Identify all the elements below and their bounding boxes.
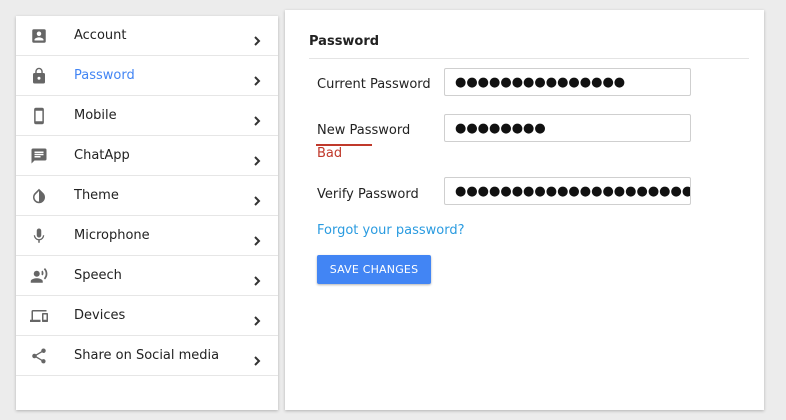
verify-password-label: Verify Password (317, 187, 419, 202)
password-panel: Password Current Password ●●●●●●●●●●●●●●… (285, 10, 764, 410)
verify-password-field[interactable]: ●●●●●●●●●●●●●●●●●●●●● (444, 177, 691, 205)
chevron-right-icon (252, 351, 262, 366)
new-password-field[interactable]: ●●●●●●●● (444, 114, 691, 142)
sidebar-item-chatapp[interactable]: ChatApp (16, 136, 278, 176)
chevron-right-icon (252, 231, 262, 246)
chat-icon (30, 147, 48, 165)
lock-icon (30, 67, 48, 85)
sidebar-item-label: Password (74, 68, 135, 83)
sidebar-item-label: Share on Social media (74, 348, 220, 363)
page-title: Password (309, 34, 380, 49)
save-changes-button[interactable]: SAVE CHANGES (317, 255, 431, 284)
sidebar-item-microphone[interactable]: Microphone (16, 216, 278, 256)
chevron-right-icon (252, 111, 262, 126)
phone-icon (30, 107, 48, 125)
chevron-right-icon (252, 71, 262, 86)
sidebar-item-mobile[interactable]: Mobile (16, 96, 278, 136)
forgot-password-link[interactable]: Forgot your password? (317, 223, 465, 238)
share-icon (30, 347, 48, 365)
sidebar-item-password[interactable]: Password (16, 56, 278, 96)
chevron-right-icon (252, 191, 262, 206)
devices-icon (30, 307, 48, 325)
sidebar-item-speech[interactable]: Speech (16, 256, 278, 296)
current-password-label: Current Password (317, 77, 431, 92)
current-password-field[interactable]: ●●●●●●●●●●●●●●● (444, 68, 691, 96)
current-password-value: ●●●●●●●●●●●●●●● (455, 74, 626, 90)
chevron-right-icon (252, 151, 262, 166)
sidebar-item-share-social[interactable]: Share on Social media (16, 336, 278, 376)
settings-sidebar: Account Password Mobile ChatApp Theme Mi… (16, 16, 278, 410)
sidebar-item-label: Theme (74, 188, 119, 203)
contrast-drop-icon (30, 187, 48, 205)
sidebar-item-label: Devices (74, 308, 126, 323)
sidebar-item-label: Microphone (74, 228, 150, 243)
sidebar-item-label: Account (74, 28, 127, 43)
new-password-value: ●●●●●●●● (455, 120, 546, 136)
password-strength-text: Bad (317, 146, 343, 161)
chevron-right-icon (252, 311, 262, 326)
sidebar-item-theme[interactable]: Theme (16, 176, 278, 216)
title-divider (309, 58, 749, 59)
sidebar-item-label: Speech (74, 268, 122, 283)
record-voice-icon (30, 267, 48, 285)
verify-password-value: ●●●●●●●●●●●●●●●●●●●●● (455, 183, 691, 199)
sidebar-item-devices[interactable]: Devices (16, 296, 278, 336)
account-box-icon (30, 27, 48, 45)
microphone-icon (30, 227, 48, 245)
new-password-label: New Password (317, 123, 411, 138)
sidebar-item-label: Mobile (74, 108, 117, 123)
chevron-right-icon (252, 31, 262, 46)
sidebar-item-label: ChatApp (74, 148, 130, 163)
sidebar-item-account[interactable]: Account (16, 16, 278, 56)
chevron-right-icon (252, 271, 262, 286)
